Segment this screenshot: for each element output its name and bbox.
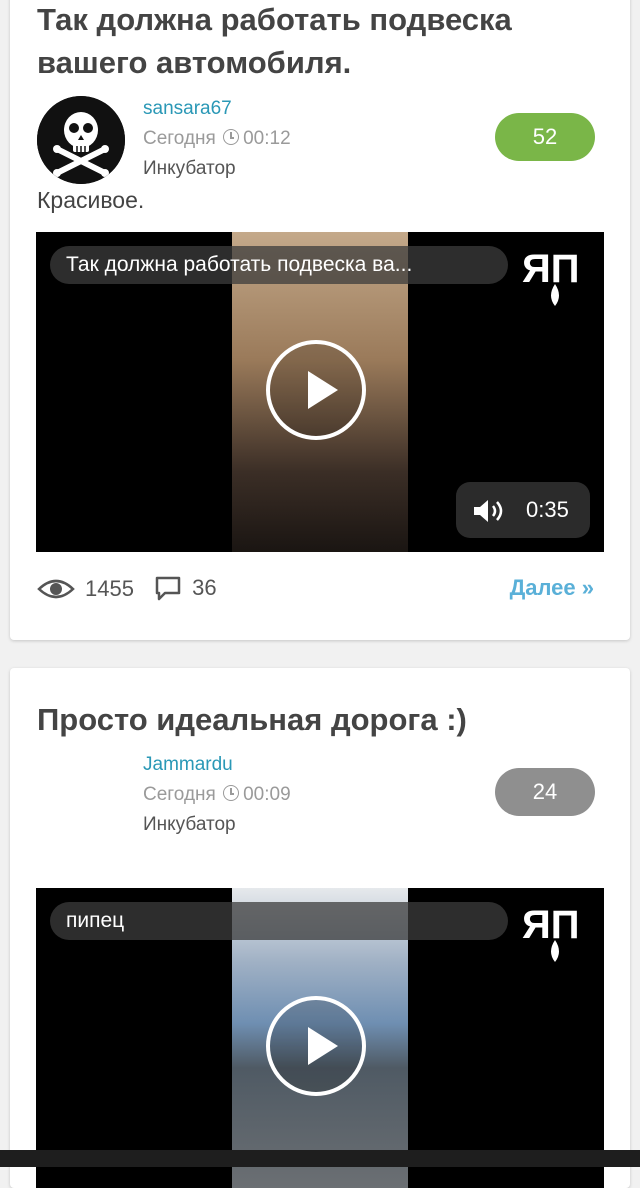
- comments-count: 36: [192, 575, 217, 600]
- post-time-value: 00:12: [243, 128, 291, 149]
- post-time: Сегодня 00:09: [143, 780, 291, 810]
- rating-badge[interactable]: 52: [495, 113, 595, 161]
- post-card: Просто идеальная дорога :) Jammardu Сего…: [10, 668, 630, 1188]
- logo-text: ЯП: [522, 903, 580, 947]
- author-link[interactable]: Jammardu: [143, 750, 291, 780]
- yap-logo-icon: ЯП: [522, 247, 580, 306]
- video-title: пипец: [50, 902, 508, 940]
- post-time-value: 00:09: [243, 784, 291, 805]
- category-link[interactable]: Инкубатор: [143, 154, 291, 184]
- author-link[interactable]: sansara67: [143, 94, 291, 124]
- post-meta: Jammardu Сегодня 00:09 Инкубатор: [143, 750, 291, 840]
- video-player[interactable]: пипец ЯП: [36, 888, 604, 1188]
- views-count: 1455: [85, 576, 134, 601]
- volume-icon[interactable]: [472, 498, 506, 524]
- clock-icon: [223, 785, 240, 801]
- post-title[interactable]: Так должна работать подвеска вашего авто…: [37, 0, 597, 84]
- post-meta: sansara67 Сегодня 00:12 Инкубатор: [143, 94, 291, 184]
- category-link[interactable]: Инкубатор: [143, 810, 291, 840]
- views-stat: 1455: [37, 574, 134, 604]
- clock-icon: [223, 129, 240, 145]
- logo-text: ЯП: [522, 247, 580, 291]
- yap-logo-icon: ЯП: [522, 903, 580, 962]
- post-time: Сегодня 00:12: [143, 124, 291, 154]
- video-duration: 0:35: [526, 497, 569, 522]
- play-button[interactable]: [266, 340, 366, 440]
- post-text: Красивое.: [37, 187, 145, 213]
- post-card: Так должна работать подвеска вашего авто…: [10, 0, 630, 640]
- rating-badge[interactable]: 24: [495, 768, 595, 816]
- eye-icon: [37, 579, 75, 599]
- video-player[interactable]: Так должна работать подвеска ва... ЯП 0:…: [36, 232, 604, 552]
- post-title[interactable]: Просто идеальная дорога :): [37, 698, 597, 741]
- post-stats: 1455 36: [37, 573, 231, 603]
- video-title: Так должна работать подвеска ва...: [50, 246, 508, 284]
- skull-crossbones-icon: [37, 96, 125, 184]
- post-date: Сегодня: [143, 128, 216, 149]
- post-date: Сегодня: [143, 784, 216, 805]
- play-button[interactable]: [266, 996, 366, 1096]
- video-controls: 0:35: [456, 482, 590, 538]
- comments-stat[interactable]: 36: [154, 573, 217, 603]
- read-more-link[interactable]: Далее »: [510, 573, 594, 603]
- comment-icon: [155, 576, 181, 601]
- system-navigation-bar: [0, 1150, 640, 1167]
- avatar[interactable]: [37, 96, 125, 184]
